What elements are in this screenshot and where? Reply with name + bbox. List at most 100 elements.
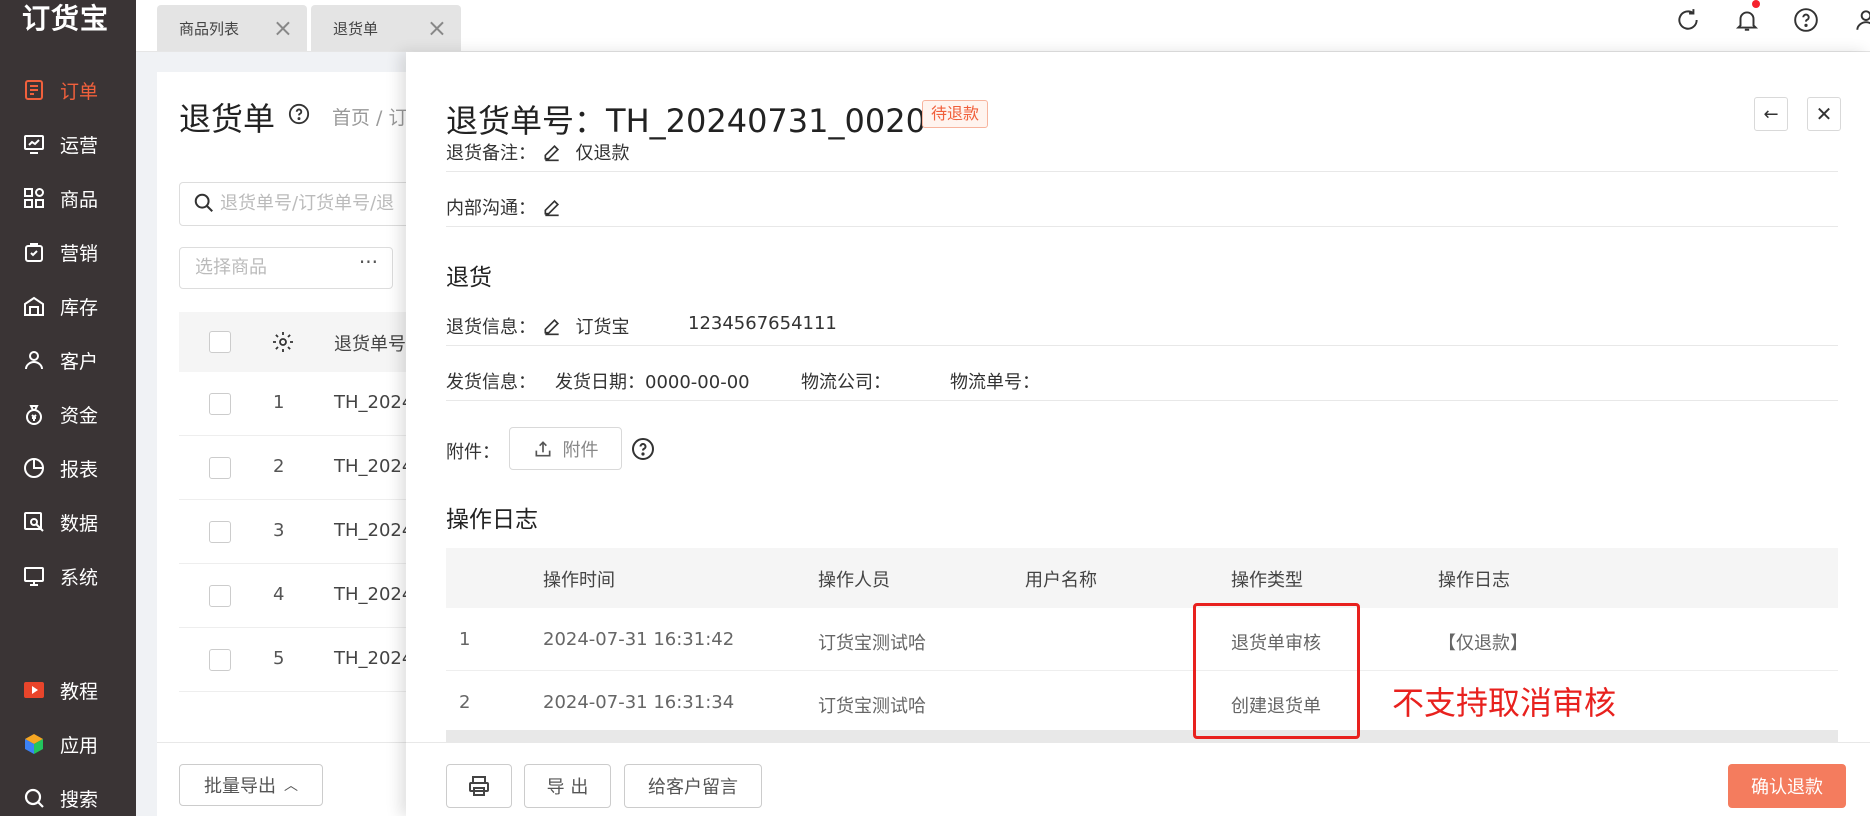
search-input[interactable]: 退货单号/订货单号/退 xyxy=(179,182,419,226)
tab-goods-list[interactable]: 商品列表 × xyxy=(157,5,307,51)
notification-dot xyxy=(1752,0,1760,8)
sidebar-item-inventory[interactable]: 库存 xyxy=(0,279,136,333)
table-row[interactable]: 5 TH_2024 xyxy=(179,628,419,692)
print-button[interactable] xyxy=(446,764,512,808)
highlight-box xyxy=(1193,603,1360,739)
printer-icon xyxy=(469,776,489,796)
close-icon[interactable]: × xyxy=(273,16,293,40)
ship-info-label: 发货信息： xyxy=(446,372,536,393)
close-button[interactable]: ✕ xyxy=(1807,97,1841,131)
sidebar-item-funds[interactable]: 资金 xyxy=(0,387,136,441)
table-row: 1 2024-07-31 16:31:42 订货宝测试哈 退货单审核 【仅退款】 xyxy=(446,609,1838,671)
sidebar-item-tutorial[interactable]: 教程 xyxy=(0,663,136,717)
video-play-icon xyxy=(22,678,46,702)
row-checkbox[interactable] xyxy=(209,649,231,671)
column-header: 操作类型 xyxy=(1231,570,1303,591)
sidebar-item-search[interactable]: 搜索 xyxy=(0,771,136,816)
internal-label: 内部沟通： xyxy=(446,198,536,219)
button-label: 导 出 xyxy=(546,777,589,798)
row-checkbox[interactable] xyxy=(209,521,231,543)
annotation-text: 不支持取消审核 xyxy=(1392,684,1617,722)
sidebar-item-marketing[interactable]: 营销 xyxy=(0,225,136,279)
marketing-bag-icon xyxy=(22,240,46,264)
remark-row: 退货备注： 仅退款 xyxy=(446,139,629,165)
bell-icon[interactable] xyxy=(1731,4,1763,36)
monitor-icon xyxy=(22,564,46,588)
batch-export-button[interactable]: 批量导出 ︿ xyxy=(179,764,323,806)
user-icon[interactable] xyxy=(1850,4,1870,36)
row-index: 2 xyxy=(459,692,471,713)
table-row[interactable]: 1 TH_2024 xyxy=(179,372,419,436)
row-number: 2 xyxy=(273,456,285,477)
leave-message-button[interactable]: 给客户留言 xyxy=(624,764,762,808)
row-code[interactable]: TH_2024 xyxy=(334,648,413,669)
select-all-checkbox[interactable] xyxy=(209,331,231,353)
row-code[interactable]: TH_2024 xyxy=(334,584,413,605)
log-time: 2024-07-31 16:31:42 xyxy=(543,629,735,650)
refresh-icon[interactable] xyxy=(1672,4,1704,36)
confirm-refund-button[interactable]: 确认退款 xyxy=(1728,764,1846,808)
row-checkbox[interactable] xyxy=(209,457,231,479)
sidebar-item-goods[interactable]: 商品 xyxy=(0,171,136,225)
remark-label: 退货备注： xyxy=(446,143,536,164)
edit-pen-icon[interactable] xyxy=(542,316,562,336)
warehouse-icon xyxy=(22,294,46,318)
sidebar-item-system[interactable]: 系统 xyxy=(0,549,136,603)
tab-return-order[interactable]: 退货单 × xyxy=(311,5,461,51)
horizontal-scrollbar[interactable] xyxy=(446,730,1838,742)
sidebar-item-report[interactable]: 报表 xyxy=(0,441,136,495)
sidebar-item-label: 搜索 xyxy=(60,788,99,811)
help-icon[interactable] xyxy=(288,103,310,125)
log-table-header: 操作时间 操作人员 用户名称 操作类型 操作日志 xyxy=(446,548,1838,608)
help-icon[interactable] xyxy=(631,437,655,461)
row-code[interactable]: TH_2024 xyxy=(334,456,413,477)
table-row[interactable]: 4 TH_2024 xyxy=(179,564,419,628)
tab-label: 退货单 xyxy=(333,19,379,38)
money-bag-icon xyxy=(22,402,46,426)
sidebar-item-order[interactable]: 订单 xyxy=(0,63,136,117)
row-index: 1 xyxy=(459,629,471,650)
attach-label: 附件： xyxy=(446,442,500,463)
row-code[interactable]: TH_2024 xyxy=(334,392,413,413)
sidebar-item-label: 营销 xyxy=(60,242,99,265)
return-info-row: 退货信息： 订货宝 xyxy=(446,313,629,339)
breadcrumb[interactable]: 首页 / 订 xyxy=(332,103,407,130)
data-search-icon xyxy=(22,510,46,534)
table-row[interactable]: 2 TH_2024 xyxy=(179,436,419,500)
sidebar-item-data[interactable]: 数据 xyxy=(0,495,136,549)
sidebar-item-customer[interactable]: 客户 xyxy=(0,333,136,387)
row-checkbox[interactable] xyxy=(209,393,231,415)
row-number: 4 xyxy=(273,584,285,605)
sidebar-item-apps[interactable]: 应用 xyxy=(0,717,136,771)
app-logo[interactable]: 订货宝 xyxy=(22,2,109,36)
search-icon xyxy=(194,193,213,212)
close-icon[interactable]: × xyxy=(427,16,447,40)
export-button[interactable]: 导 出 xyxy=(524,764,611,808)
more-icon[interactable]: ··· xyxy=(359,242,378,282)
row-code[interactable]: TH_2024 xyxy=(334,520,413,541)
button-label: 确认退款 xyxy=(1751,777,1823,798)
ship-tracking-no: 物流单号： xyxy=(950,372,1040,393)
sidebar: 订货宝 订单 运营 商品 营销 库存 客户 资金 报表 数据 系统 教程 应用 … xyxy=(0,0,136,816)
close-icon: ✕ xyxy=(1815,102,1833,126)
upload-icon xyxy=(535,440,550,456)
sidebar-item-operation[interactable]: 运营 xyxy=(0,117,136,171)
help-icon[interactable] xyxy=(1790,4,1822,36)
title-prefix: 退货单号： xyxy=(446,102,607,140)
cube-icon xyxy=(22,732,46,756)
back-button[interactable]: ← xyxy=(1754,97,1788,131)
edit-pen-icon[interactable] xyxy=(542,197,562,217)
edit-pen-icon[interactable] xyxy=(542,142,562,162)
table-row[interactable]: 3 TH_2024 xyxy=(179,500,419,564)
column-header: 用户名称 xyxy=(1025,570,1097,591)
order-icon xyxy=(22,78,46,102)
row-checkbox[interactable] xyxy=(209,585,231,607)
goods-select[interactable]: 选择商品 ··· xyxy=(179,247,393,289)
log-time: 2024-07-31 16:31:34 xyxy=(543,692,735,713)
upload-attachment-button[interactable]: 附件 xyxy=(509,427,622,470)
column-header: 退货单号 xyxy=(334,334,406,355)
ship-date: 发货日期：0000-00-00 xyxy=(555,372,750,393)
gear-icon[interactable] xyxy=(271,330,295,354)
sidebar-item-label: 教程 xyxy=(60,680,99,703)
log-operator: 订货宝测试哈 xyxy=(818,633,926,654)
